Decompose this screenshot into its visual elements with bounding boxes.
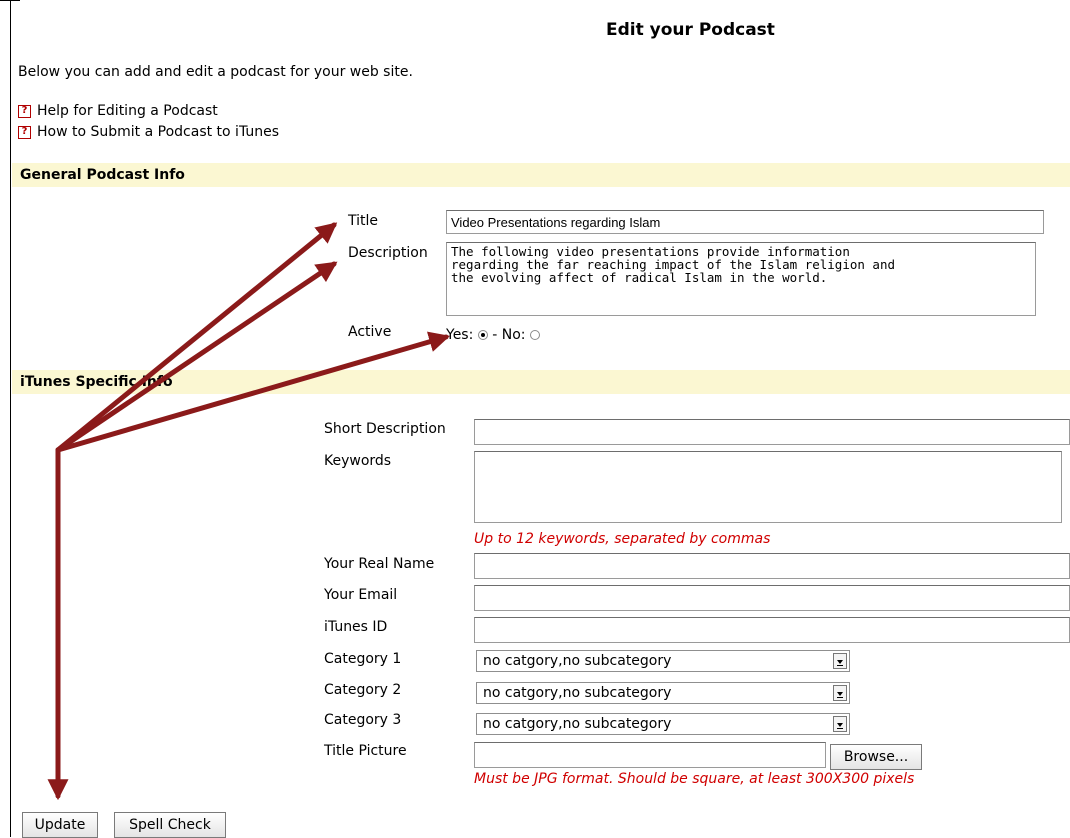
picture-hint: Must be JPG format. Should be square, at…: [474, 771, 915, 787]
category3-select[interactable]: no catgory,no subcategory: [476, 713, 850, 735]
description-label: Description: [348, 245, 428, 261]
itunes-id-input[interactable]: [474, 617, 1070, 643]
short-description-label: Short Description: [324, 421, 446, 437]
keywords-label: Keywords: [324, 453, 392, 469]
frame-top-line: [0, 0, 20, 1]
category3-value: no catgory,no subcategory: [483, 716, 672, 732]
real-name-label: Your Real Name: [324, 556, 435, 572]
short-description-input[interactable]: [474, 419, 1070, 445]
help-itunes-label: How to Submit a Podcast to iTunes: [37, 124, 280, 140]
help-editing-link[interactable]: ? Help for Editing a Podcast: [18, 103, 218, 119]
category1-select[interactable]: no catgory,no subcategory: [476, 650, 850, 672]
keywords-textarea[interactable]: [474, 451, 1062, 523]
category1-label: Category 1: [324, 651, 402, 667]
active-yes-label: Yes:: [446, 327, 474, 343]
chevron-down-icon[interactable]: [833, 685, 847, 701]
active-radio-group: Yes: - No:: [446, 327, 540, 343]
help-editing-label: Help for Editing a Podcast: [37, 103, 218, 119]
spell-check-button[interactable]: Spell Check: [114, 812, 226, 838]
browse-button[interactable]: Browse...: [830, 744, 922, 770]
help-question-icon: ?: [18, 104, 31, 118]
category2-label: Category 2: [324, 682, 402, 698]
chevron-down-icon[interactable]: [833, 653, 847, 669]
keywords-hint: Up to 12 keywords, separated by commas: [474, 531, 771, 547]
help-itunes-link[interactable]: ? How to Submit a Podcast to iTunes: [18, 124, 279, 140]
page-title: Edit your Podcast: [606, 20, 775, 40]
title-picture-label: Title Picture: [324, 743, 407, 759]
itunes-id-label: iTunes ID: [324, 619, 388, 635]
title-picture-input[interactable]: [474, 742, 826, 768]
category2-value: no catgory,no subcategory: [483, 685, 672, 701]
category3-label: Category 3: [324, 712, 402, 728]
general-section-header: General Podcast Info: [12, 163, 1070, 187]
active-yes-radio[interactable]: [477, 330, 488, 340]
category2-select[interactable]: no catgory,no subcategory: [476, 682, 850, 704]
title-label: Title: [348, 213, 379, 229]
description-textarea[interactable]: The following video presentations provid…: [446, 242, 1036, 316]
email-label: Your Email: [324, 587, 398, 603]
intro-text: Below you can add and edit a podcast for…: [18, 64, 413, 80]
category1-value: no catgory,no subcategory: [483, 653, 672, 669]
active-no-radio[interactable]: [529, 330, 540, 340]
active-no-label: - No:: [492, 327, 526, 343]
chevron-down-icon[interactable]: [833, 716, 847, 732]
title-input[interactable]: [446, 210, 1044, 234]
active-label: Active: [348, 324, 392, 340]
email-input[interactable]: [474, 585, 1070, 611]
help-question-icon: ?: [18, 125, 31, 139]
update-button[interactable]: Update: [22, 812, 98, 838]
itunes-section-header: iTunes Specific Info: [12, 370, 1070, 394]
real-name-input[interactable]: [474, 553, 1070, 579]
